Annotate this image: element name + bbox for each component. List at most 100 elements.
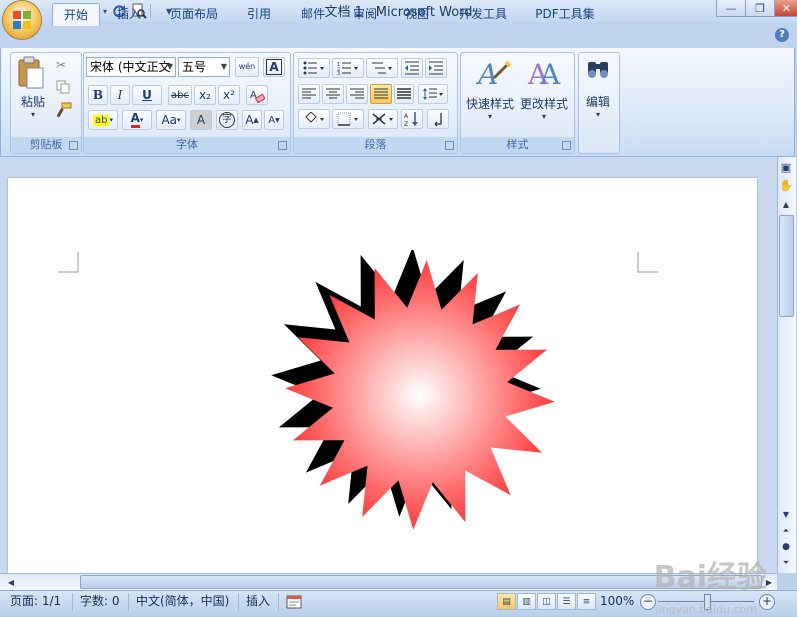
web-layout-icon[interactable]: ◫: [537, 593, 556, 610]
dialog-launcher-icon[interactable]: [278, 141, 287, 150]
dialog-launcher-icon[interactable]: [69, 141, 78, 150]
char-border-button[interactable]: A: [263, 57, 285, 77]
font-size-combo[interactable]: 五号 ▼: [178, 57, 230, 77]
chinese-layout-button[interactable]: [368, 109, 398, 129]
show-marks-button[interactable]: [427, 109, 449, 129]
tab-pdf-tools[interactable]: PDF工具集: [528, 3, 602, 25]
grow-font-icon: A: [245, 113, 254, 127]
format-painter-icon[interactable]: [56, 102, 72, 118]
quick-styles-button[interactable]: A 快速样式 ▾: [464, 56, 516, 124]
numbering-icon: 123: [337, 62, 358, 75]
change-case-button[interactable]: Aa ▾: [156, 110, 186, 130]
tab-page-layout[interactable]: 页面布局: [162, 3, 226, 25]
outline-view-icon[interactable]: ☰: [557, 593, 576, 610]
font-group-label: 字体: [84, 137, 290, 153]
multilevel-list-button[interactable]: [366, 58, 398, 78]
subscript-button[interactable]: x₂: [194, 85, 216, 105]
increase-indent-button[interactable]: [425, 58, 447, 78]
zoom-level[interactable]: 100%: [594, 592, 640, 611]
bullets-button[interactable]: [298, 58, 330, 78]
font-color-button[interactable]: A ▾: [122, 110, 152, 130]
svg-text:A: A: [404, 113, 409, 120]
binoculars-icon: [588, 62, 608, 78]
scroll-up-icon[interactable]: ▲: [779, 197, 793, 211]
dialog-launcher-icon[interactable]: [445, 141, 454, 150]
borders-button[interactable]: [332, 109, 364, 129]
numbering-button[interactable]: 123: [332, 58, 364, 78]
bullets-icon: [303, 61, 324, 75]
highlight-button[interactable]: ab ▾: [88, 110, 118, 130]
dialog-launcher-icon[interactable]: [562, 141, 571, 150]
word-count[interactable]: 字数: 0: [74, 592, 126, 611]
scroll-down-icon[interactable]: ▼: [779, 507, 793, 521]
copy-icon[interactable]: [56, 80, 72, 96]
tab-references[interactable]: 引用: [238, 3, 280, 25]
underline-button[interactable]: U: [132, 85, 162, 105]
paint-bucket-icon: [305, 112, 324, 123]
editing-button[interactable]: 编辑 ▾: [580, 56, 616, 124]
clear-formatting-button[interactable]: A: [246, 85, 268, 105]
char-shading-button[interactable]: A: [190, 110, 212, 130]
align-center-button[interactable]: [322, 84, 344, 104]
shading-button[interactable]: [298, 109, 330, 129]
align-center-icon: [326, 88, 340, 99]
phonetic-guide-button[interactable]: wén: [235, 57, 259, 77]
qat-separator: [150, 4, 151, 18]
distributed-button[interactable]: [394, 84, 414, 104]
ruler-toggle-icon[interactable]: ▣: [779, 160, 793, 174]
minimize-button[interactable]: —: [716, 0, 746, 17]
insert-mode[interactable]: 插入: [240, 592, 276, 611]
line-spacing-button[interactable]: [418, 84, 448, 104]
align-left-icon: [302, 88, 316, 99]
tab-developer[interactable]: 开发工具: [450, 3, 516, 25]
decrease-indent-button[interactable]: [401, 58, 423, 78]
language-indicator[interactable]: 中文(简体，中国): [130, 592, 235, 611]
scroll-left-icon[interactable]: ◀: [4, 575, 18, 589]
chevron-down-icon: ▾: [541, 112, 546, 121]
paste-icon: [18, 56, 44, 89]
full-screen-reading-icon[interactable]: ▥: [517, 593, 536, 610]
tab-view[interactable]: 视图: [396, 3, 438, 25]
font-name-combo[interactable]: 宋体 (中文正文 ▼: [86, 57, 176, 77]
svg-text:3: 3: [337, 71, 340, 75]
zoom-in-button[interactable]: +: [759, 594, 775, 610]
tab-mailings[interactable]: 邮件: [292, 3, 334, 25]
tab-home[interactable]: 开始: [52, 3, 100, 26]
paste-button[interactable]: 粘贴 ▾: [16, 56, 50, 122]
star-shape[interactable]: [270, 250, 560, 530]
zoom-out-button[interactable]: −: [640, 594, 656, 610]
office-button[interactable]: [3, 1, 41, 39]
align-left-button[interactable]: [298, 84, 320, 104]
quick-styles-icon: A: [475, 58, 512, 91]
superscript-button[interactable]: x²: [218, 85, 240, 105]
page-count[interactable]: 页面: 1/1: [4, 592, 67, 611]
bold-button[interactable]: B: [88, 85, 108, 105]
change-styles-button[interactable]: A A 更改样式 ▾: [518, 56, 570, 124]
next-page-icon[interactable]: ⏷: [779, 556, 793, 570]
strikethrough-button[interactable]: abc: [168, 85, 192, 105]
previous-page-icon[interactable]: ⏶: [779, 524, 793, 538]
shrink-font-button[interactable]: A ▼: [264, 110, 284, 130]
cut-icon[interactable]: ✂: [56, 58, 72, 74]
enclose-char-button[interactable]: 字: [216, 110, 238, 130]
pan-hand-icon[interactable]: ✋: [779, 178, 793, 192]
macro-record-icon[interactable]: [286, 595, 302, 609]
print-layout-view-icon[interactable]: ▤: [497, 593, 516, 610]
margin-corner-top-right: [637, 252, 658, 273]
select-browse-object-icon[interactable]: ●: [779, 540, 793, 554]
svg-text:A: A: [539, 58, 561, 91]
italic-button[interactable]: I: [110, 85, 130, 105]
sort-button[interactable]: AZ: [401, 109, 423, 129]
vertical-scroll-thumb[interactable]: [779, 215, 794, 317]
restore-button[interactable]: ❐: [745, 0, 775, 17]
tab-insert[interactable]: 插入: [108, 3, 150, 25]
margin-corner-top-left: [58, 252, 79, 273]
close-button[interactable]: ✕: [774, 0, 797, 17]
justify-button[interactable]: [370, 84, 392, 104]
grow-font-button[interactable]: A ▲: [242, 110, 262, 130]
tab-review[interactable]: 审阅: [344, 3, 386, 25]
align-right-button[interactable]: [346, 84, 368, 104]
help-icon[interactable]: ?: [775, 28, 789, 42]
line-spacing-icon: [423, 88, 443, 100]
align-right-icon: [350, 88, 364, 99]
